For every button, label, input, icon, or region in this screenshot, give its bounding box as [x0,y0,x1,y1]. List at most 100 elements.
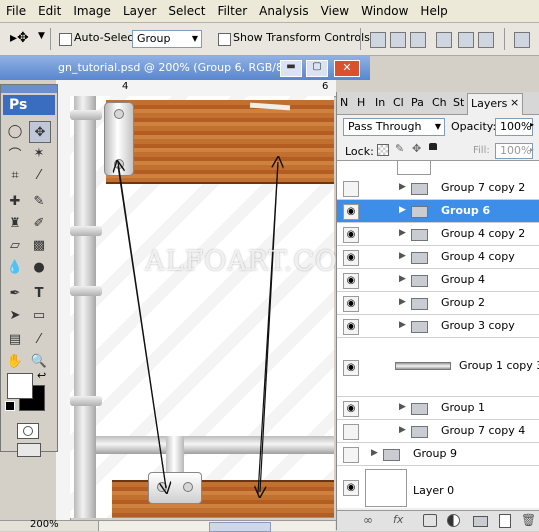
align-vcenter-icon[interactable] [390,32,406,48]
blur-tool-icon[interactable]: 💧 [5,257,25,277]
layer-row-selected[interactable]: ◉ ▶ Group 6 [337,200,539,223]
layer-row[interactable]: ▶ Group 7 copy 2 [337,177,539,200]
expand-triangle-icon[interactable]: ▶ [399,402,406,412]
lock-position-icon[interactable]: ✥ [412,142,421,155]
menu-window[interactable]: Window [355,4,414,18]
eye-icon[interactable]: ◉ [343,319,359,335]
opacity-input[interactable]: 100% [495,118,533,136]
foreground-color-swatch[interactable] [7,373,33,399]
eye-icon[interactable]: ◉ [343,296,359,312]
expand-triangle-icon[interactable]: ▶ [399,251,406,261]
menu-analysis[interactable]: Analysis [253,4,314,18]
align-left-icon[interactable] [436,32,452,48]
maximize-button[interactable]: ▢ [306,60,328,77]
layer-row[interactable]: ◉ Group 1 copy 3 [337,338,539,397]
expand-triangle-icon[interactable]: ▶ [399,297,406,307]
screen-mode-icon[interactable] [17,443,41,457]
align-right-icon[interactable] [478,32,494,48]
pen-tool-icon[interactable]: ✒ [5,283,25,303]
lock-pixels-icon[interactable]: ✎ [395,142,404,155]
chevron-down-icon[interactable]: ▼ [38,31,45,41]
chevron-right-icon[interactable]: ▸ [530,120,534,129]
menu-view[interactable]: View [315,4,355,18]
chevron-right-icon[interactable]: ▸ [530,145,534,154]
brush-tool-icon[interactable]: ✎ [29,191,49,211]
hand-tool-icon[interactable]: ✋ [5,351,25,371]
expand-triangle-icon[interactable]: ▶ [399,182,406,192]
type-tool-icon[interactable]: T [29,283,49,303]
eye-icon[interactable]: ◉ [343,401,359,417]
lock-transparency-icon[interactable] [377,144,389,156]
eye-icon[interactable]: ◉ [343,480,359,496]
auto-select-dropdown[interactable]: Group ▼ [132,30,202,48]
tab-navigator[interactable]: N [340,96,348,109]
menu-edit[interactable]: Edit [32,4,67,18]
eraser-tool-icon[interactable]: ▱ [5,235,25,255]
notes-tool-icon[interactable]: ▤ [5,329,25,349]
folder-icon[interactable] [473,516,488,527]
expand-triangle-icon[interactable]: ▶ [371,448,378,458]
history-brush-icon[interactable]: ✐ [29,213,49,233]
document-title-bar[interactable]: gn_tutorial.psd @ 200% (Group 6, RGB/8) … [0,56,370,80]
crop-tool-icon[interactable]: ⌗ [5,165,25,185]
expand-triangle-icon[interactable]: ▶ [399,425,406,435]
lasso-tool-icon[interactable]: ◯ [5,121,25,141]
tools-grip[interactable] [1,85,57,93]
menu-filter[interactable]: Filter [211,4,253,18]
menu-image[interactable]: Image [67,4,117,18]
fill-input[interactable]: 100% [495,143,533,159]
visibility-toggle[interactable] [343,447,359,463]
close-icon[interactable]: × [510,96,519,109]
eye-icon[interactable]: ◉ [343,250,359,266]
eye-icon[interactable]: ◉ [343,204,359,220]
swap-colors-icon[interactable]: ↩ [37,369,46,382]
gradient-tool-icon[interactable]: ▩ [29,235,49,255]
tab-layers[interactable]: Layers × [467,93,523,115]
layer-row[interactable]: ◉ ▶ Group 3 copy [337,315,539,338]
expand-triangle-icon[interactable]: ▶ [399,205,406,215]
layer-row[interactable]: ◉ ▶ Group 2 [337,292,539,315]
zoom-tool-icon[interactable]: 🔍 [29,351,49,371]
visibility-toggle[interactable] [343,424,359,440]
align-bottom-icon[interactable] [410,32,426,48]
default-colors-icon[interactable] [5,401,15,411]
layer-row[interactable]: ◉ Layer 0 [337,466,539,508]
move-tool-icon[interactable]: ✥ [29,121,51,143]
tab-channels[interactable]: Ch [432,96,447,109]
path-select-icon[interactable]: ➤ [5,305,25,325]
magic-wand-icon[interactable]: ✶ [29,143,49,163]
menu-help[interactable]: Help [414,4,453,18]
tab-paths[interactable]: Pa [411,96,424,109]
scrollbar-thumb[interactable] [209,522,271,532]
eye-icon[interactable]: ◉ [343,360,359,376]
eyedropper-sample-icon[interactable]: ⁄ [29,329,49,349]
eye-icon[interactable]: ◉ [343,227,359,243]
visibility-toggle[interactable] [343,181,359,197]
tab-color[interactable]: Cl [393,96,404,109]
layer-row-partial[interactable] [337,161,539,178]
tab-styles[interactable]: St [453,96,464,109]
dodge-tool-icon[interactable]: ● [29,257,49,277]
layer-row[interactable]: ◉ ▶ Group 4 [337,269,539,292]
blend-mode-dropdown[interactable]: Pass Through ▼ [343,118,445,136]
tab-histogram[interactable]: H [357,96,365,109]
adjustment-icon[interactable] [447,514,460,527]
clone-stamp-icon[interactable]: ♜ [5,213,25,233]
fx-icon[interactable]: fx [393,513,403,526]
expand-triangle-icon[interactable]: ▶ [399,228,406,238]
shape-tool-icon[interactable]: ▭ [29,305,49,325]
layer-row[interactable]: ◉ ▶ Group 1 [337,397,539,420]
zoom-level[interactable]: 200% [30,519,59,530]
close-button[interactable]: ✕ [334,60,360,77]
menu-select[interactable]: Select [162,4,211,18]
align-hcenter-icon[interactable] [458,32,474,48]
tab-info[interactable]: In [375,96,385,109]
expand-triangle-icon[interactable]: ▶ [399,320,406,330]
mask-icon[interactable] [423,514,437,527]
healing-brush-icon[interactable]: ✚ [5,191,25,211]
show-transform-checkbox[interactable] [218,33,231,46]
eyedropper-icon[interactable]: ⁄ [29,165,49,185]
canvas[interactable] [70,96,334,518]
trash-icon[interactable]: 🗑 [521,513,536,527]
auto-select-checkbox[interactable] [59,33,72,46]
